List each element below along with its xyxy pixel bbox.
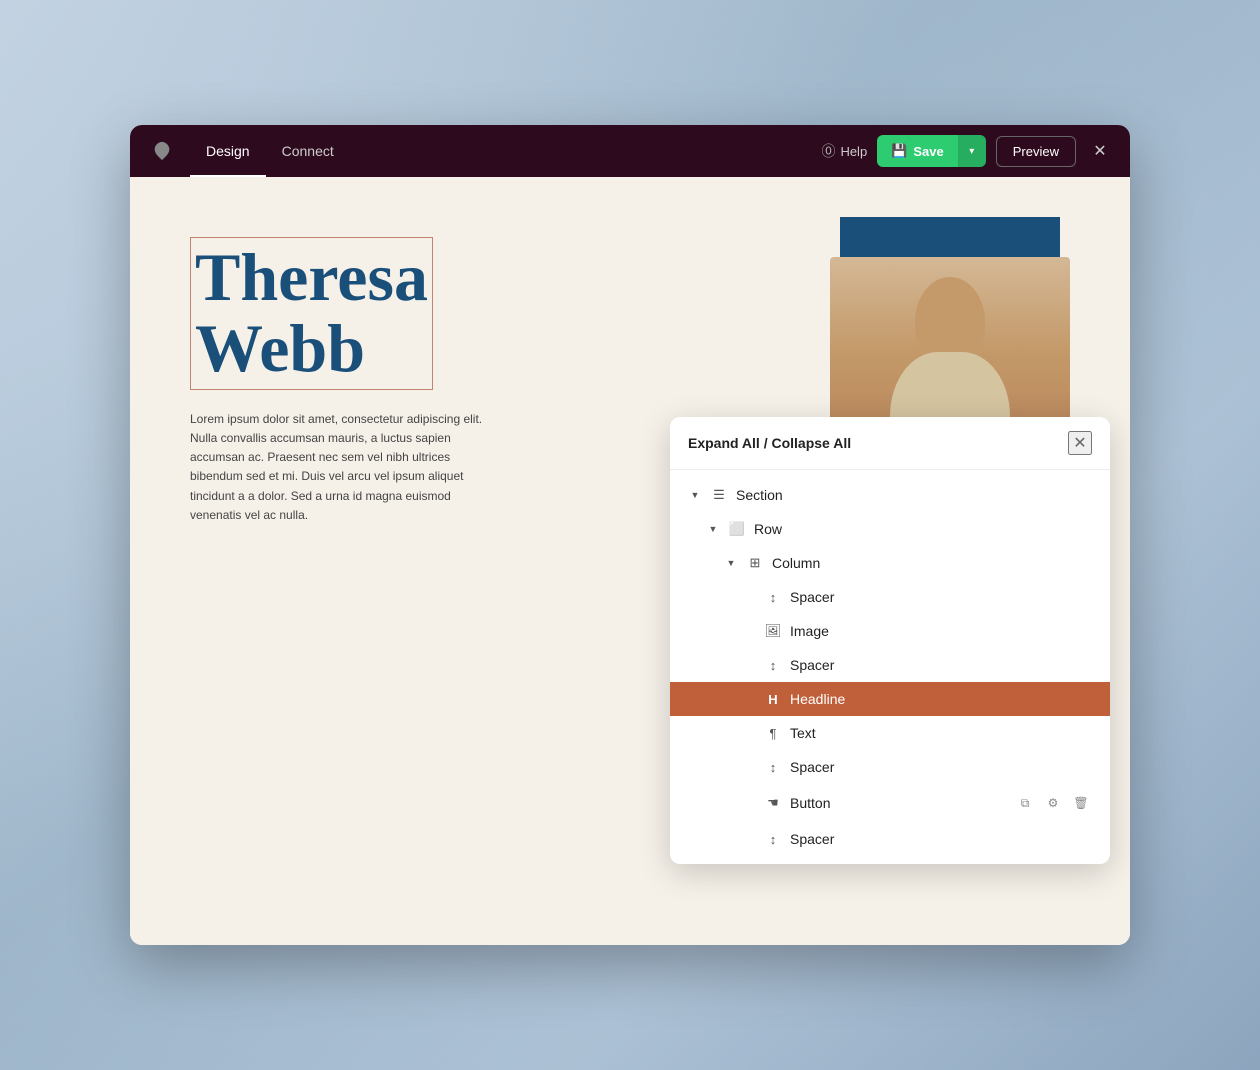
nav-bar: Design Connect ⓪ Help 💾 Save ▾ Preview ✕ <box>130 125 1130 177</box>
help-circle-icon: ⓪ <box>821 141 835 161</box>
spacer-2-label: Spacer <box>790 657 1092 673</box>
spacer-3-label: Spacer <box>790 759 1092 775</box>
tree-item-image[interactable]: 🖼 Image <box>670 614 1110 648</box>
panel-header: Expand All / Collapse All ✕ <box>670 417 1110 470</box>
settings-button[interactable]: ⚙ <box>1042 792 1064 814</box>
tree-item-column[interactable]: ⊞ Column <box>670 546 1110 580</box>
tree-item-row[interactable]: ⬜ Row <box>670 512 1110 546</box>
tree-item-button[interactable]: ☚ Button ⧉ ⚙ 🗑 <box>670 784 1110 822</box>
panel-overlay: Expand All / Collapse All ✕ ☰ Section ⬜ … <box>670 417 1110 864</box>
tree-item-spacer-2[interactable]: ↕ Spacer <box>670 648 1110 682</box>
headline-text: TheresaWebb <box>195 242 428 385</box>
headline-box[interactable]: TheresaWebb <box>190 237 433 390</box>
button-label: Button <box>790 795 1006 811</box>
spacer-icon-4: ↕ <box>764 830 782 848</box>
panel-title: Expand All / Collapse All <box>688 435 851 451</box>
app-window: Design Connect ⓪ Help 💾 Save ▾ Preview ✕ <box>130 125 1130 945</box>
preview-button[interactable]: Preview <box>996 136 1076 167</box>
column-icon: ⊞ <box>746 554 764 572</box>
app-logo <box>146 135 178 167</box>
tree-item-spacer-4[interactable]: ↕ Spacer <box>670 822 1110 856</box>
spacer-1-label: Spacer <box>790 589 1092 605</box>
delete-button[interactable]: 🗑 <box>1070 792 1092 814</box>
tree-arrow-row <box>706 522 720 536</box>
tree-item-headline[interactable]: H Headline <box>670 682 1110 716</box>
body-text: Lorem ipsum dolor sit amet, consectetur … <box>190 410 490 525</box>
element-tree: ☰ Section ⬜ Row ⊞ Column <box>670 470 1110 864</box>
spacer-icon-2: ↕ <box>764 656 782 674</box>
nav-tabs: Design Connect <box>190 125 821 177</box>
tree-actions-button: ⧉ ⚙ 🗑 <box>1014 792 1092 814</box>
save-dropdown-arrow[interactable]: ▾ <box>958 135 986 167</box>
spacer-4-label: Spacer <box>790 831 1092 847</box>
tree-arrow-column <box>724 556 738 570</box>
tab-design[interactable]: Design <box>190 125 266 177</box>
spacer-icon-1: ↕ <box>764 588 782 606</box>
panel-header-left: Expand All / Collapse All <box>688 435 851 451</box>
tree-item-text[interactable]: ¶ Text <box>670 716 1110 750</box>
image-label: Image <box>790 623 1092 639</box>
nav-right: ⓪ Help 💾 Save ▾ Preview ✕ <box>821 135 1114 167</box>
text-icon: ¶ <box>764 724 782 742</box>
section-label: Section <box>736 487 1092 503</box>
row-label: Row <box>754 521 1092 537</box>
text-label: Text <box>790 725 1092 741</box>
image-icon: 🖼 <box>764 622 782 640</box>
column-label: Column <box>772 555 1092 571</box>
save-button[interactable]: 💾 Save <box>877 136 958 166</box>
close-button[interactable]: ✕ <box>1086 137 1114 165</box>
spacer-icon-3: ↕ <box>764 758 782 776</box>
tree-item-spacer-1[interactable]: ↕ Spacer <box>670 580 1110 614</box>
button-icon: ☚ <box>764 794 782 812</box>
help-button[interactable]: ⓪ Help <box>821 141 867 161</box>
save-icon: 💾 <box>891 143 907 159</box>
tree-item-section[interactable]: ☰ Section <box>670 478 1110 512</box>
copy-button[interactable]: ⧉ <box>1014 792 1036 814</box>
panel-close-button[interactable]: ✕ <box>1068 431 1092 455</box>
main-content: TheresaWebb Lorem ipsum dolor sit amet, … <box>130 177 1130 945</box>
headline-label: Headline <box>790 691 1092 707</box>
section-icon: ☰ <box>710 486 728 504</box>
tree-arrow-section <box>688 488 702 502</box>
tree-item-spacer-3[interactable]: ↕ Spacer <box>670 750 1110 784</box>
row-icon: ⬜ <box>728 520 746 538</box>
headline-icon: H <box>764 690 782 708</box>
save-button-group: 💾 Save ▾ <box>877 135 986 167</box>
tab-connect[interactable]: Connect <box>266 125 350 177</box>
